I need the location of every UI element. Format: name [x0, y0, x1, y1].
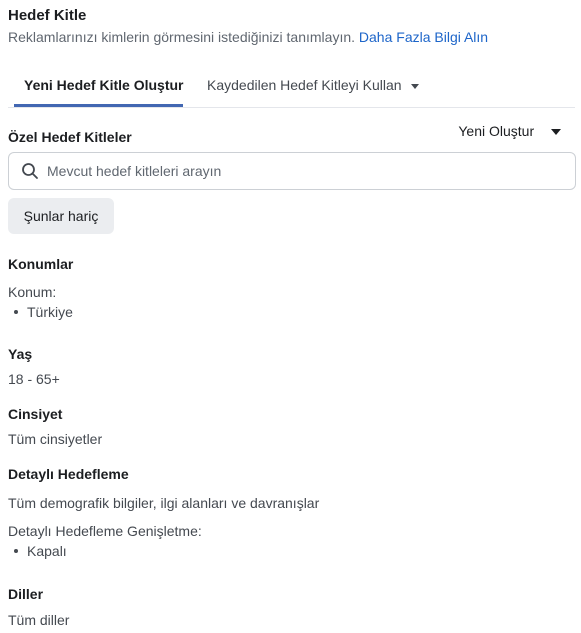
- create-new-dropdown[interactable]: Yeni Oluştur: [458, 123, 561, 139]
- locations-heading: Konumlar: [8, 256, 74, 272]
- page-subtitle: Reklamlarınızı kimlerin görmesini istedi…: [8, 29, 488, 45]
- languages-heading: Diller: [8, 586, 44, 602]
- audience-search-input[interactable]: [47, 153, 567, 189]
- gender-heading: Cinsiyet: [8, 406, 63, 422]
- create-new-label: Yeni Oluştur: [458, 123, 535, 139]
- detailed-targeting-heading: Detaylı Hedefleme: [8, 466, 129, 482]
- age-value: 18 - 65+: [8, 371, 60, 387]
- search-icon: [22, 163, 38, 179]
- audience-tabs: Yeni Hedef Kitle Oluştur Kaydedilen Hede…: [8, 72, 575, 108]
- page-title: Hedef Kitle: [8, 7, 87, 24]
- tab-saved-audience-label: Kaydedilen Hedef Kitleyi Kullan: [207, 77, 402, 93]
- expansion-item: Kapalı: [14, 543, 67, 559]
- location-item: Türkiye: [14, 304, 73, 320]
- detailed-targeting-value: Tüm demografik bilgiler, ilgi alanları v…: [8, 495, 320, 511]
- bullet-icon: [14, 310, 18, 315]
- tab-new-audience[interactable]: Yeni Hedef Kitle Oluştur: [24, 77, 183, 93]
- expansion-item-text: Kapalı: [27, 543, 67, 559]
- tab-saved-audience[interactable]: Kaydedilen Hedef Kitleyi Kullan: [207, 77, 420, 93]
- tab-new-audience-label: Yeni Hedef Kitle Oluştur: [24, 77, 184, 93]
- audience-search[interactable]: [8, 152, 576, 190]
- active-tab-indicator: [14, 104, 183, 107]
- learn-more-link[interactable]: Daha Fazla Bilgi Alın: [359, 29, 488, 45]
- exclude-button[interactable]: Şunlar hariç: [8, 198, 114, 234]
- chevron-down-icon: [411, 83, 420, 89]
- bullet-icon: [14, 549, 18, 554]
- caret-down-icon: [551, 129, 561, 136]
- age-heading: Yaş: [8, 346, 33, 362]
- location-item-text: Türkiye: [27, 304, 73, 320]
- custom-audiences-label: Özel Hedef Kitleler: [8, 129, 132, 145]
- gender-value: Tüm cinsiyetler: [8, 431, 103, 447]
- detailed-targeting-expansion-label: Detaylı Hedefleme Genişletme:: [8, 523, 202, 539]
- location-label: Konum:: [8, 284, 57, 300]
- subtitle-text: Reklamlarınızı kimlerin görmesini istedi…: [8, 29, 356, 45]
- languages-value: Tüm diller: [8, 612, 70, 628]
